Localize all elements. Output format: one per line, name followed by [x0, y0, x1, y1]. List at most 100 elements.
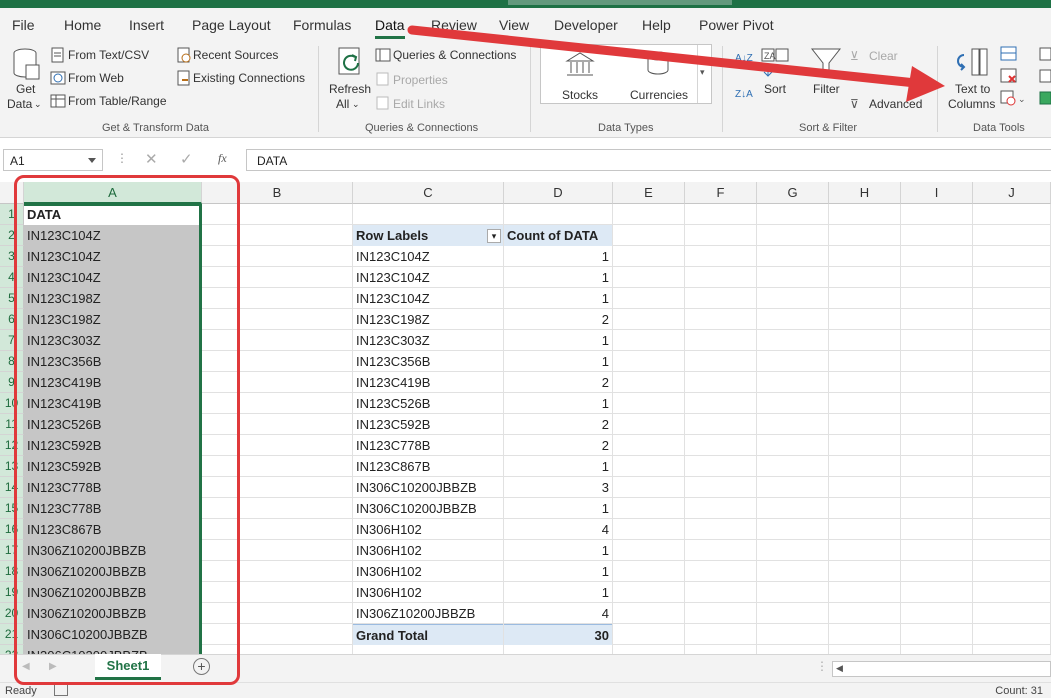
cell-a[interactable]: IN306Z10200JBBZB	[24, 561, 199, 582]
pivot-row-count[interactable]: 2	[504, 372, 612, 393]
macro-record-icon[interactable]	[54, 684, 68, 696]
cell-a[interactable]: IN123C419B	[24, 372, 199, 393]
pivot-row-count[interactable]: 1	[504, 267, 612, 288]
name-box[interactable]: A1	[3, 149, 103, 171]
tab-file[interactable]: File	[12, 17, 35, 33]
insert-function-icon[interactable]: fx	[218, 151, 227, 166]
cancel-icon[interactable]: ✕	[145, 150, 158, 168]
clear-button[interactable]: Clear	[869, 49, 898, 63]
cell-a[interactable]: IN123C419B	[24, 393, 199, 414]
get-data-label-2[interactable]: Data	[7, 97, 32, 111]
pivot-row-count[interactable]: 1	[504, 540, 612, 561]
cell-a[interactable]: IN123C303Z	[24, 330, 199, 351]
recent-sources-button[interactable]: Recent Sources	[193, 48, 278, 62]
from-text-csv-button[interactable]: From Text/CSV	[68, 48, 149, 62]
row-header[interactable]: 7	[0, 330, 24, 351]
pivot-row-label[interactable]: IN123C356B	[353, 351, 503, 372]
cell-a[interactable]: DATA	[24, 204, 199, 225]
pivot-row-label[interactable]: IN123C592B	[353, 414, 503, 435]
cell-a[interactable]: IN123C104Z	[24, 246, 199, 267]
column-header-g[interactable]: G	[757, 182, 829, 204]
worksheet-grid[interactable]: A B C D E F G H I J 1 2 3 4 5 6 7 8 9 10 11 12 13 14 1…	[0, 182, 1051, 654]
pivot-row-label[interactable]: IN123C104Z	[353, 288, 503, 309]
cell-a[interactable]: IN123C356B	[24, 351, 199, 372]
from-table-range-button[interactable]: From Table/Range	[68, 94, 167, 108]
column-header-h[interactable]: H	[829, 182, 901, 204]
pivot-row-label[interactable]: IN123C778B	[353, 435, 503, 456]
column-header-c[interactable]: C	[353, 182, 504, 204]
row-header[interactable]: 5	[0, 288, 24, 309]
pivot-filter-dropdown-icon[interactable]: ▾	[487, 229, 501, 243]
row-header[interactable]: 18	[0, 561, 24, 582]
column-header-e[interactable]: E	[613, 182, 685, 204]
text-to-columns-label-1[interactable]: Text to	[955, 82, 990, 96]
row-header[interactable]: 12	[0, 435, 24, 456]
cell-a[interactable]: IN123C198Z	[24, 309, 199, 330]
pivot-row-label[interactable]: IN306C10200JBBZB	[353, 498, 503, 519]
cell-a[interactable]: IN123C867B	[24, 519, 199, 540]
pivot-row-label[interactable]: IN306C10200JBBZB	[353, 477, 503, 498]
row-header[interactable]: 22	[0, 645, 24, 654]
row-header[interactable]: 19	[0, 582, 24, 603]
pivot-row-count[interactable]: 2	[504, 435, 612, 456]
row-header[interactable]: 8	[0, 351, 24, 372]
cell-a[interactable]: IN123C104Z	[24, 225, 199, 246]
cell-a[interactable]: IN306Z10200JBBZB	[24, 540, 199, 561]
pivot-row-count[interactable]: 1	[504, 456, 612, 477]
refresh-all-label-1[interactable]: Refresh	[329, 82, 371, 96]
pivot-grand-total-value[interactable]: 30	[504, 624, 612, 645]
stocks-button[interactable]: Stocks	[562, 88, 598, 102]
row-header[interactable]: 15	[0, 498, 24, 519]
pivot-header-row-labels[interactable]: Row Labels	[353, 225, 503, 246]
cell-a[interactable]: IN123C198Z	[24, 288, 199, 309]
tab-data[interactable]: Data	[375, 17, 405, 39]
row-header[interactable]: 10	[0, 393, 24, 414]
row-header[interactable]: 20	[0, 603, 24, 624]
data-validation-icon[interactable]: ⌄	[1000, 90, 1028, 106]
cell-a[interactable]: IN306C10200JBBZB	[24, 645, 199, 654]
cell-a[interactable]: IN123C592B	[24, 435, 199, 456]
column-header-j[interactable]: J	[973, 182, 1051, 204]
pivot-row-count[interactable]: 2	[504, 309, 612, 330]
pivot-header-count[interactable]: Count of DATA	[504, 225, 612, 246]
pivot-row-label[interactable]: IN123C104Z	[353, 246, 503, 267]
pivot-row-count[interactable]: 1	[504, 288, 612, 309]
tab-developer[interactable]: Developer	[554, 17, 618, 33]
pivot-row-count[interactable]: 1	[504, 561, 612, 582]
tab-view[interactable]: View	[499, 17, 529, 33]
row-header[interactable]: 9	[0, 372, 24, 393]
scroll-left-icon[interactable]: ◀	[22, 661, 30, 672]
column-header-d[interactable]: D	[504, 182, 613, 204]
title-search-box[interactable]	[508, 0, 732, 5]
column-header-b[interactable]: B	[202, 182, 353, 204]
remove-duplicates-icon[interactable]	[1000, 68, 1018, 84]
pivot-row-label[interactable]: IN123C419B	[353, 372, 503, 393]
queries-connections-button[interactable]: Queries & Connections	[393, 48, 516, 62]
sort-za-icon[interactable]: Z↓A	[735, 88, 753, 102]
existing-connections-button[interactable]: Existing Connections	[193, 71, 305, 85]
refresh-all-label-2[interactable]: All	[336, 97, 349, 111]
gallery-scroll[interactable]: ▾	[697, 45, 711, 103]
horizontal-scrollbar[interactable]: ◀	[832, 661, 1051, 677]
row-header[interactable]: 13	[0, 456, 24, 477]
pivot-grand-total-label[interactable]: Grand Total	[353, 624, 503, 645]
row-header[interactable]: 4	[0, 267, 24, 288]
tab-home[interactable]: Home	[64, 17, 101, 33]
row-header[interactable]: 16	[0, 519, 24, 540]
formula-input[interactable]: DATA	[246, 149, 1051, 171]
cell-a[interactable]: IN123C526B	[24, 414, 199, 435]
pivot-row-count[interactable]: 2	[504, 414, 612, 435]
tab-page-layout[interactable]: Page Layout	[192, 17, 271, 33]
filter-button[interactable]: Filter	[813, 82, 840, 96]
pivot-row-label[interactable]: IN306H102	[353, 561, 503, 582]
cell-a[interactable]: IN306Z10200JBBZB	[24, 603, 199, 624]
advanced-button[interactable]: Advanced	[869, 97, 922, 111]
sort-az-icon[interactable]: A↓Z	[735, 52, 753, 66]
row-header[interactable]: 14	[0, 477, 24, 498]
row-header[interactable]: 17	[0, 540, 24, 561]
pivot-row-label[interactable]: IN306H102	[353, 540, 503, 561]
pivot-row-label[interactable]: IN306H102	[353, 519, 503, 540]
from-web-button[interactable]: From Web	[68, 71, 124, 85]
pivot-row-label[interactable]: IN123C303Z	[353, 330, 503, 351]
scroll-right-icon[interactable]: ▶	[49, 661, 57, 672]
